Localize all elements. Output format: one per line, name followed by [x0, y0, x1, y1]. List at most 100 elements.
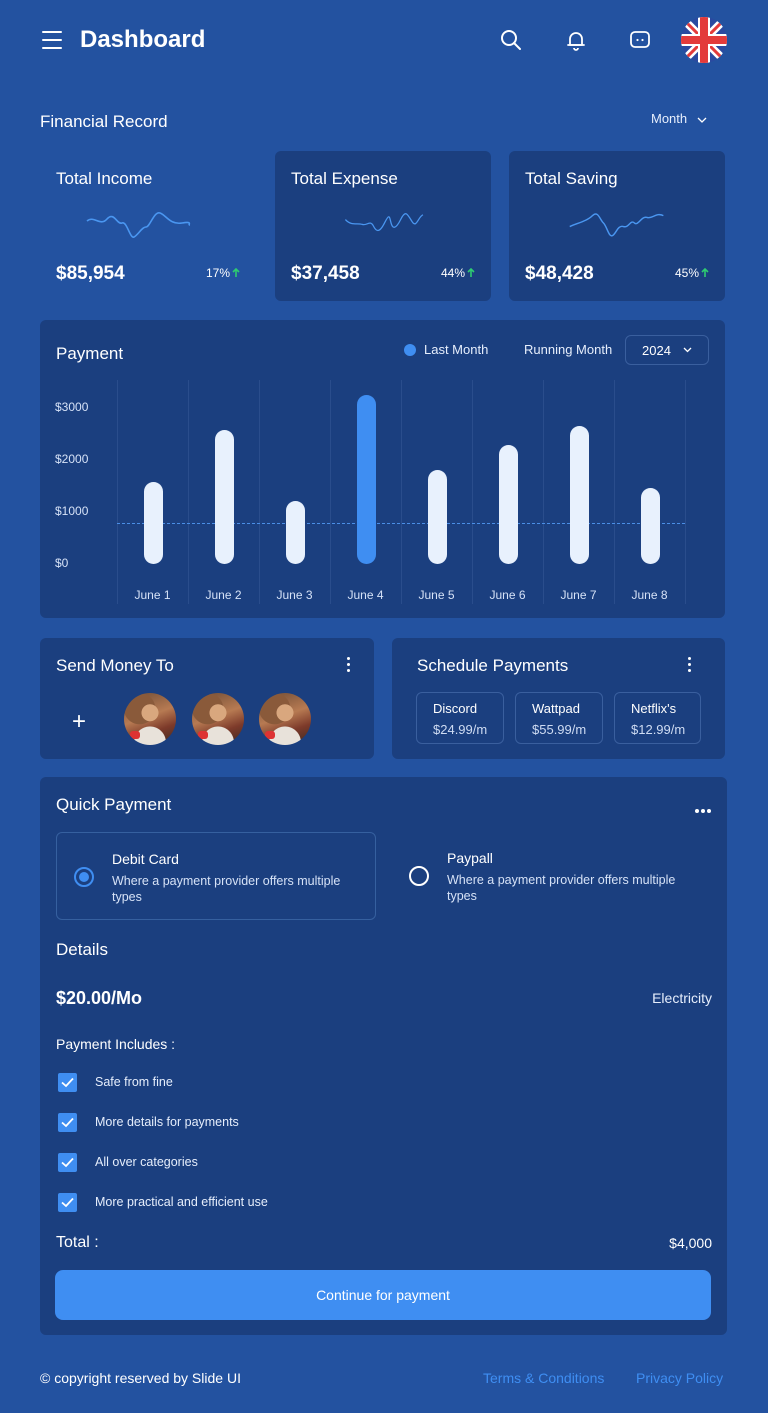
radio-selected[interactable]	[74, 867, 94, 887]
chat-icon[interactable]	[628, 28, 652, 52]
include-item: More details for payments	[95, 1115, 239, 1129]
menu-icon[interactable]	[42, 31, 62, 49]
stat-label: Total Saving	[525, 169, 618, 188]
financial-record-title: Financial Record	[40, 112, 168, 131]
year-select-value: 2024	[642, 343, 671, 358]
chevron-down-icon	[683, 347, 692, 353]
arrow-up-icon	[701, 267, 709, 277]
checkbox-checked[interactable]	[58, 1153, 77, 1172]
include-item: More practical and efficient use	[95, 1195, 268, 1209]
stat-card-saving: Total Saving $48,428 45%	[509, 151, 725, 301]
x-tick-label: June 4	[347, 588, 384, 602]
copyright-text: © copyright reserved by Slide UI	[40, 1370, 241, 1386]
stat-card-income: Total Income $85,954 17%	[40, 151, 256, 301]
schedule-item[interactable]: Discord $24.99/m	[416, 692, 504, 744]
chart-bar[interactable]	[498, 445, 518, 564]
bell-icon[interactable]	[564, 28, 588, 52]
avatar[interactable]	[259, 693, 311, 745]
stat-change: 45%	[675, 266, 709, 280]
payment-category: Electricity	[652, 990, 712, 1006]
schedule-item-name: Netflix's	[631, 701, 677, 716]
avatar[interactable]	[124, 693, 176, 745]
legend-last-month[interactable]: Last Month	[404, 342, 488, 357]
check-icon	[61, 1077, 74, 1088]
includes-title: Payment Includes :	[56, 1036, 176, 1052]
chart-bar[interactable]	[285, 500, 305, 564]
period-select-value: Month	[651, 111, 688, 126]
y-tick-label: $1000	[55, 504, 89, 518]
payment-option-debit-card[interactable]: Debit Card Where a payment provider offe…	[56, 832, 376, 920]
radio-unselected[interactable]	[409, 866, 429, 886]
schedule-item-price: $12.99/m	[631, 722, 686, 737]
chart-bar[interactable]	[640, 488, 660, 564]
grid-line	[188, 380, 189, 604]
stat-value: $37,458	[291, 263, 360, 284]
payment-option-paypall[interactable]: Paypall Where a payment provider offers …	[392, 832, 712, 920]
checkbox-checked[interactable]	[58, 1193, 77, 1212]
schedule-item-price: $24.99/m	[433, 722, 488, 737]
checkbox-checked[interactable]	[58, 1073, 77, 1092]
chevron-down-icon	[697, 117, 707, 123]
chart-bar[interactable]	[214, 429, 234, 564]
chart-bar[interactable]	[143, 481, 163, 564]
add-recipient-button[interactable]: +	[72, 708, 86, 736]
schedule-item[interactable]: Netflix's $12.99/m	[614, 692, 701, 744]
chart-bar[interactable]	[356, 394, 376, 564]
average-line	[117, 522, 685, 524]
year-select[interactable]: 2024	[625, 335, 709, 365]
sparkline-chart	[86, 212, 191, 238]
continue-payment-button[interactable]: Continue for payment	[55, 1270, 711, 1320]
chart-bar[interactable]	[569, 426, 589, 564]
avatar[interactable]	[192, 693, 244, 745]
uk-flag-icon[interactable]	[681, 17, 727, 63]
payment-chart-card: Payment Last Month Running Month 2024 $3…	[40, 320, 725, 618]
schedule-title: Schedule Payments	[417, 656, 569, 675]
stat-change: 17%	[206, 266, 240, 280]
privacy-link[interactable]: Privacy Policy	[636, 1370, 723, 1386]
send-money-card: Send Money To +	[40, 638, 374, 759]
chart-bar[interactable]	[427, 470, 447, 564]
x-tick-label: June 2	[205, 588, 242, 602]
payment-option-title: Debit Card	[112, 851, 179, 867]
more-options-icon[interactable]	[688, 657, 692, 675]
legend-dot	[404, 344, 416, 356]
quick-payment-title: Quick Payment	[56, 795, 172, 814]
period-select[interactable]: Month	[651, 111, 707, 126]
check-icon	[61, 1117, 74, 1128]
arrow-up-icon	[467, 267, 475, 277]
schedule-item-name: Wattpad	[532, 701, 580, 716]
grid-line	[472, 380, 473, 604]
grid-line	[259, 380, 260, 604]
legend-running-month[interactable]: Running Month	[524, 342, 612, 357]
y-tick-label: $3000	[55, 400, 89, 414]
quick-payment-card: Quick Payment Debit Card Where a payment…	[40, 777, 727, 1335]
stat-change: 44%	[441, 266, 475, 280]
sparkline-chart	[344, 213, 424, 232]
terms-link[interactable]: Terms & Conditions	[483, 1370, 604, 1386]
grid-line	[117, 380, 118, 604]
include-item: All over categories	[95, 1155, 198, 1169]
more-options-icon[interactable]	[347, 657, 351, 675]
x-tick-label: June 3	[276, 588, 313, 602]
grid-line	[330, 380, 331, 604]
x-tick-label: June 7	[560, 588, 597, 602]
stat-label: Total Income	[56, 169, 153, 188]
more-options-icon[interactable]	[695, 800, 713, 818]
arrow-up-icon	[232, 267, 240, 277]
payment-amount: $20.00/Mo	[56, 988, 143, 1008]
schedule-item-price: $55.99/m	[532, 722, 587, 737]
grid-line	[685, 380, 686, 604]
grid-line	[543, 380, 544, 604]
x-tick-label: June 6	[489, 588, 526, 602]
include-item: Safe from fine	[95, 1075, 173, 1089]
payment-option-desc: Where a payment provider offers multiple…	[112, 874, 341, 904]
schedule-item-name: Discord	[433, 701, 478, 716]
schedule-item[interactable]: Wattpad $55.99/m	[515, 692, 603, 744]
search-icon[interactable]	[499, 28, 523, 52]
checkbox-checked[interactable]	[58, 1113, 77, 1132]
check-icon	[61, 1157, 74, 1168]
sparkline-chart	[569, 213, 664, 237]
schedule-payments-card: Schedule Payments Discord $24.99/m Wattp…	[392, 638, 725, 759]
check-icon	[61, 1197, 74, 1208]
grid-line	[401, 380, 402, 604]
